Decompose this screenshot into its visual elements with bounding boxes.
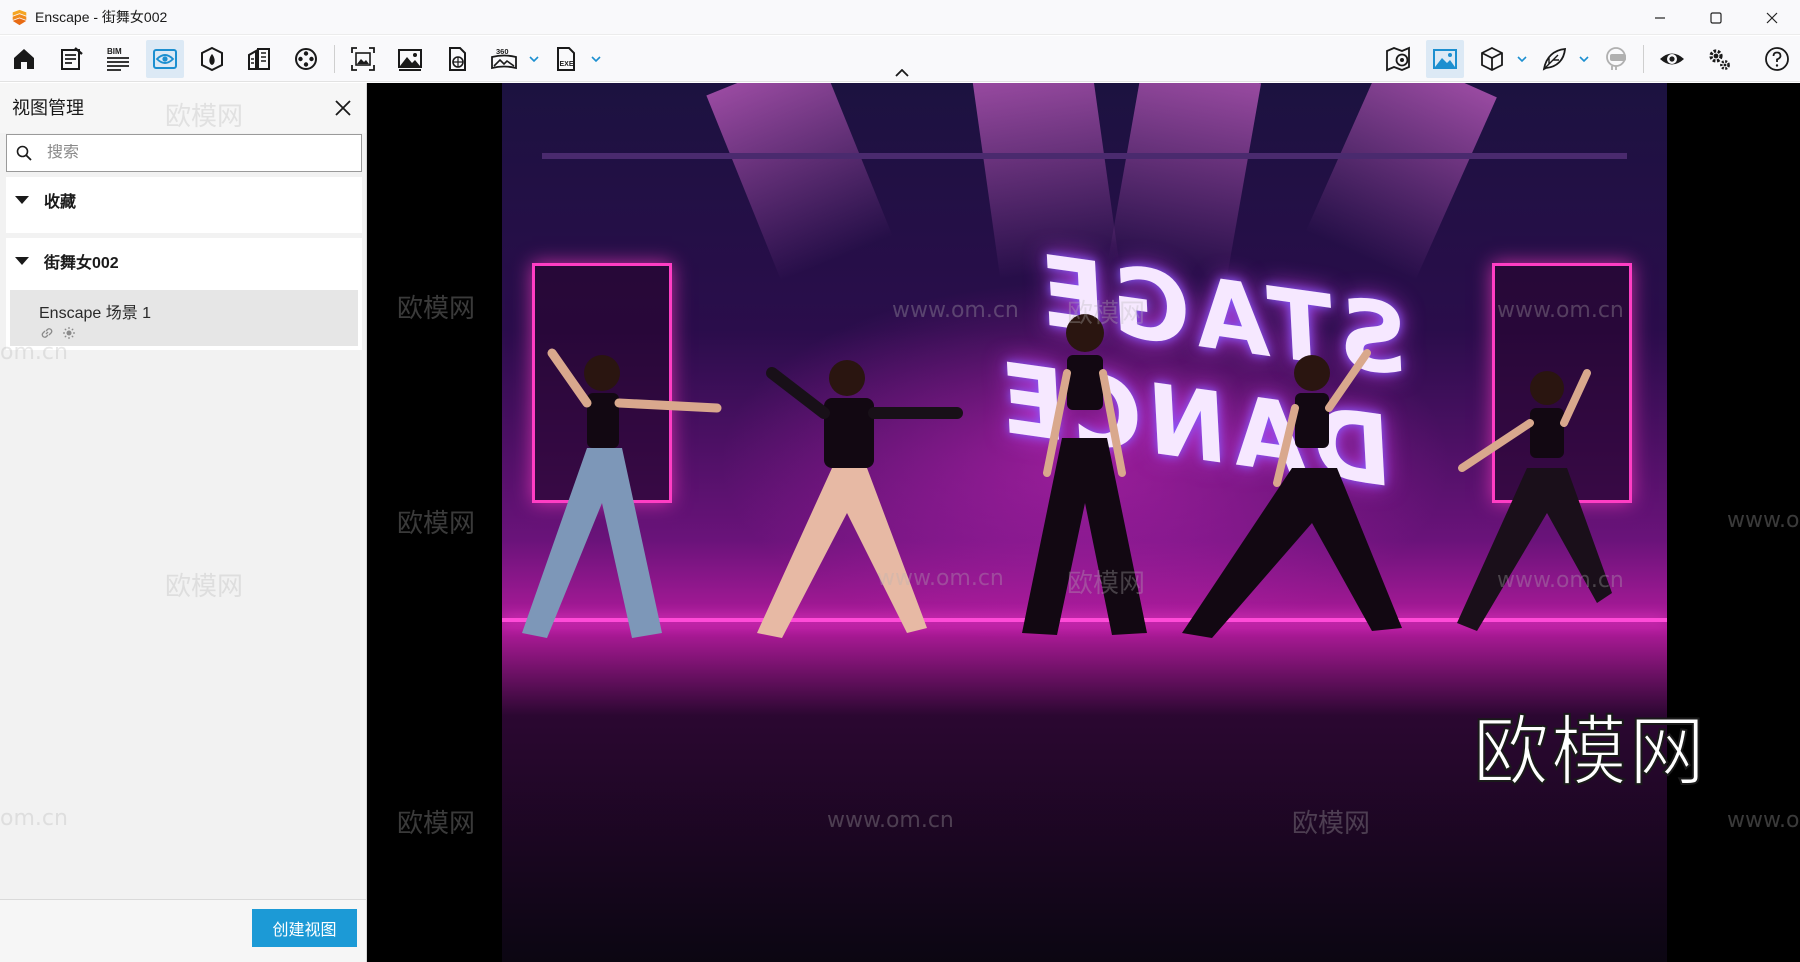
panel-header: 视图管理 bbox=[0, 83, 366, 133]
section-label: 收藏 bbox=[44, 194, 77, 211]
eye-icon bbox=[1660, 53, 1684, 65]
watermark-text: 欧模网 bbox=[397, 509, 476, 539]
video-editor-button[interactable] bbox=[287, 40, 325, 78]
minimize-button[interactable] bbox=[1632, 0, 1688, 35]
triangle-down-icon[interactable] bbox=[14, 256, 30, 266]
leaf-icon bbox=[1542, 48, 1566, 71]
window-title: Enscape - 街舞女002 bbox=[35, 9, 168, 25]
enscape-logo-icon bbox=[12, 9, 27, 25]
toolbar-collapse-button[interactable] bbox=[892, 67, 912, 79]
asset-library-icon bbox=[248, 48, 270, 70]
exe-export-icon: EXE bbox=[557, 47, 575, 71]
panel-title: 视图管理 bbox=[12, 98, 84, 118]
search-box[interactable] bbox=[6, 134, 362, 172]
toolbar-divider bbox=[334, 45, 335, 73]
search-input[interactable] bbox=[47, 144, 327, 162]
panel-footer: 创建视图 bbox=[0, 899, 366, 962]
view-name: Enscape 场景 1 bbox=[39, 305, 152, 322]
screenshot-button[interactable] bbox=[344, 40, 382, 78]
project-section-header[interactable]: 街舞女002 bbox=[6, 238, 362, 284]
leaf-dropdown[interactable] bbox=[1578, 52, 1590, 66]
favorites-section: 收藏 bbox=[6, 177, 362, 233]
create-view-button[interactable]: 创建视图 bbox=[252, 909, 357, 947]
section-label: 街舞女002 bbox=[44, 255, 119, 272]
bim-button[interactable]: BIM bbox=[99, 40, 137, 78]
dancer-figure bbox=[1457, 369, 1612, 631]
link-icon bbox=[41, 328, 53, 338]
exe-export-button[interactable]: EXE bbox=[547, 40, 585, 78]
title-bar: Enscape - 街舞女002 bbox=[0, 0, 1800, 35]
sun-icon bbox=[63, 327, 75, 339]
video-editor-icon bbox=[295, 48, 317, 70]
close-icon bbox=[335, 100, 351, 116]
vr-headset-icon bbox=[1606, 47, 1626, 70]
exe-export-dropdown[interactable] bbox=[590, 52, 602, 66]
maximize-icon bbox=[1710, 11, 1722, 24]
triangle-down-icon[interactable] bbox=[14, 195, 30, 205]
dancer-figure bbox=[1182, 349, 1402, 638]
view-management-icon bbox=[153, 49, 177, 69]
landscape-icon bbox=[1433, 49, 1457, 69]
panorama-icon: 360 bbox=[491, 47, 517, 70]
visibility-button[interactable] bbox=[1653, 40, 1691, 78]
help-button[interactable] bbox=[1758, 40, 1796, 78]
screenshot-icon bbox=[351, 47, 375, 71]
leaf-button[interactable] bbox=[1535, 40, 1573, 78]
favorites-section-header[interactable]: 收藏 bbox=[6, 177, 362, 223]
svg-text:EXE: EXE bbox=[560, 61, 574, 68]
svg-text:BIM: BIM bbox=[107, 47, 122, 56]
watermark-url: www.om.cn bbox=[1727, 808, 1800, 833]
cube-dropdown[interactable] bbox=[1516, 52, 1528, 66]
map-pin-icon bbox=[1386, 46, 1410, 72]
watermark-text: 欧模网 bbox=[397, 294, 476, 324]
bim-icon: BIM bbox=[107, 47, 129, 71]
image-export-button[interactable] bbox=[391, 40, 429, 78]
panel-close-button[interactable] bbox=[331, 96, 355, 120]
asset-library-button[interactable] bbox=[240, 40, 278, 78]
view-management-button[interactable] bbox=[146, 40, 184, 78]
maximize-button[interactable] bbox=[1688, 0, 1744, 35]
panorama-button[interactable]: 360 bbox=[485, 40, 523, 78]
material-palette-button[interactable] bbox=[193, 40, 231, 78]
panorama-dropdown[interactable] bbox=[528, 52, 540, 66]
brand-watermark: 欧模网 bbox=[1472, 706, 1707, 797]
web-export-icon bbox=[449, 47, 466, 71]
web-export-button[interactable] bbox=[438, 40, 476, 78]
dancers-group bbox=[522, 314, 1612, 638]
vr-headset-button[interactable] bbox=[1597, 40, 1635, 78]
chevron-up-icon bbox=[895, 69, 909, 77]
dancer-figure bbox=[522, 348, 722, 638]
watermark-url: www.om.cn bbox=[1727, 508, 1800, 533]
material-palette-icon bbox=[201, 46, 223, 72]
project-section: 街舞女002 Enscape 场景 1 bbox=[6, 238, 362, 350]
chevron-down-icon bbox=[1579, 56, 1589, 63]
cube-icon bbox=[1481, 46, 1503, 72]
settings-button[interactable] bbox=[1700, 40, 1738, 78]
watermark-text: 欧模网 bbox=[397, 809, 476, 839]
project-sheet-icon bbox=[61, 47, 83, 70]
close-window-button[interactable] bbox=[1744, 0, 1800, 35]
chevron-down-icon bbox=[591, 56, 601, 63]
image-icon bbox=[398, 49, 422, 71]
chevron-down-icon bbox=[1517, 56, 1527, 63]
chevron-down-icon bbox=[529, 56, 539, 63]
render-image: STAGE DANCE bbox=[502, 83, 1667, 962]
close-icon bbox=[1766, 12, 1778, 23]
toolbar-divider bbox=[1643, 45, 1644, 73]
render-viewport[interactable]: STAGE DANCE 欧模网 www.om.cn 欧模网 www.om.cn … bbox=[367, 83, 1800, 962]
help-icon bbox=[1765, 47, 1789, 71]
home-icon bbox=[14, 49, 34, 69]
settings-icon bbox=[1709, 49, 1730, 70]
landscape-button[interactable] bbox=[1426, 40, 1464, 78]
cube-button[interactable] bbox=[1473, 40, 1511, 78]
project-sheet-button[interactable] bbox=[52, 40, 90, 78]
dancer-figure bbox=[1022, 314, 1147, 635]
minimize-icon bbox=[1655, 16, 1665, 19]
map-pin-button[interactable] bbox=[1379, 40, 1417, 78]
view-list-item[interactable]: Enscape 场景 1 bbox=[10, 290, 358, 346]
home-button[interactable] bbox=[5, 40, 43, 78]
view-management-panel: 视图管理 收藏 街舞女002 Enscape 场景 1 bbox=[0, 83, 367, 962]
search-icon bbox=[15, 144, 33, 162]
dancer-figure bbox=[757, 360, 963, 638]
